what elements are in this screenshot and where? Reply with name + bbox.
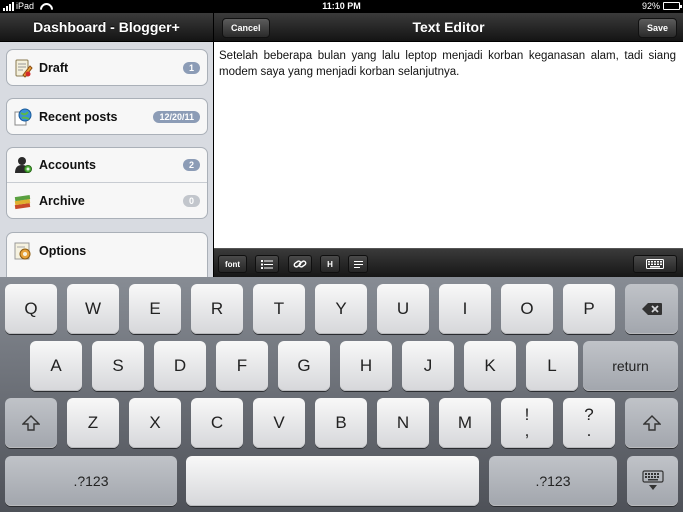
keyboard-icon [646, 259, 664, 269]
battery-percent: 92% [641, 1, 660, 11]
backspace-icon [641, 303, 662, 315]
space-key[interactable] [186, 456, 479, 506]
key-exclamation-comma[interactable]: !, [501, 398, 553, 448]
text-editor-pane: Cancel Text Editor Save Setelah beberapa… [214, 13, 683, 277]
onscreen-keyboard: Q W E R T Y U I O P A S D F G H J K L re… [0, 277, 683, 512]
key-c[interactable]: C [191, 398, 243, 448]
key-n[interactable]: N [377, 398, 429, 448]
key-z[interactable]: Z [67, 398, 119, 448]
sidebar-item-accounts[interactable]: Accounts 2 [7, 148, 207, 183]
draft-group: Draft 1 [6, 49, 208, 86]
sidebar-item-draft[interactable]: Draft 1 [7, 50, 207, 85]
keyboard-dismiss-icon [641, 470, 664, 490]
sidebar: Dashboard - Blogger+ Draft 1 Recent post… [0, 13, 213, 277]
accounts-group: Accounts 2 Archive 0 [6, 147, 208, 219]
key-l[interactable]: L [526, 341, 578, 391]
numbers-key-right[interactable]: .?123 [489, 456, 617, 506]
user-icon [13, 155, 33, 175]
return-key[interactable]: return [583, 341, 678, 391]
list-button[interactable] [255, 255, 279, 273]
hide-keyboard-button[interactable] [633, 255, 677, 273]
key-d[interactable]: D [154, 341, 206, 391]
link-icon [293, 260, 307, 268]
recent-group: Recent posts 12/20/11 [6, 98, 208, 135]
backspace-key[interactable] [625, 284, 678, 334]
status-bar: iPad 11:10 PM 92% [0, 0, 683, 13]
key-t[interactable]: T [253, 284, 305, 334]
sidebar-navbar: Dashboard - Blogger+ [0, 13, 213, 42]
sidebar-item-label: Draft [39, 60, 69, 75]
key-o[interactable]: O [501, 284, 553, 334]
archive-count-badge: 0 [182, 194, 200, 207]
books-icon [13, 191, 33, 211]
key-j[interactable]: J [402, 341, 454, 391]
font-button[interactable]: font [218, 255, 247, 273]
shift-key-left[interactable] [5, 398, 57, 448]
key-g[interactable]: G [278, 341, 330, 391]
sidebar-item-options[interactable]: Options [7, 233, 207, 268]
draft-count-badge: 1 [182, 61, 200, 74]
battery-icon [663, 2, 682, 10]
link-button[interactable] [288, 255, 312, 273]
sidebar-item-archive[interactable]: Archive 0 [7, 183, 207, 218]
key-v[interactable]: V [253, 398, 305, 448]
post-body-textarea[interactable]: Setelah beberapa bulan yang lalu leptop … [219, 48, 676, 80]
key-u[interactable]: U [377, 284, 429, 334]
key-w[interactable]: W [67, 284, 119, 334]
key-r[interactable]: R [191, 284, 243, 334]
editor-title: Text Editor [412, 19, 485, 35]
draft-icon [13, 58, 33, 78]
key-i[interactable]: I [439, 284, 491, 334]
key-e[interactable]: E [129, 284, 181, 334]
key-y[interactable]: Y [315, 284, 367, 334]
status-time: 11:10 PM [322, 1, 361, 11]
shift-icon [642, 415, 661, 431]
key-a[interactable]: A [30, 341, 82, 391]
editor-navbar: Cancel Text Editor Save [214, 13, 683, 42]
sidebar-item-recent-posts[interactable]: Recent posts 12/20/11 [7, 99, 207, 134]
key-b[interactable]: B [315, 398, 367, 448]
sidebar-item-label: Options [39, 243, 87, 258]
save-button[interactable]: Save [637, 18, 677, 38]
key-s[interactable]: S [92, 341, 144, 391]
accounts-count-badge: 2 [182, 159, 200, 171]
key-h[interactable]: H [340, 341, 392, 391]
key-p[interactable]: P [563, 284, 615, 334]
sidebar-item-label: Accounts [39, 158, 96, 172]
key-m[interactable]: M [439, 398, 491, 448]
heading-button[interactable]: H [320, 255, 340, 273]
sidebar-title: Dashboard - Blogger+ [33, 19, 180, 35]
options-group: Options [6, 232, 208, 277]
key-k[interactable]: K [464, 341, 516, 391]
numbers-key-left[interactable]: .?123 [5, 456, 177, 506]
key-question-period[interactable]: ?. [563, 398, 615, 448]
key-q[interactable]: Q [5, 284, 57, 334]
sidebar-item-label: Recent posts [39, 109, 118, 124]
key-comma-label: , [524, 421, 530, 440]
key-period-label: . [586, 421, 592, 440]
key-x[interactable]: X [129, 398, 181, 448]
shift-key-right[interactable] [625, 398, 678, 448]
sidebar-item-label: Archive [39, 193, 85, 208]
key-f[interactable]: F [216, 341, 268, 391]
shift-icon [22, 415, 40, 431]
recent-date-badge: 12/20/11 [153, 110, 200, 123]
globe-icon [13, 107, 33, 127]
align-icon [353, 260, 363, 268]
dismiss-keyboard-key[interactable] [627, 456, 678, 506]
align-button[interactable] [348, 255, 368, 273]
list-icon [261, 259, 273, 269]
options-icon [13, 241, 33, 261]
format-toolbar: font H [214, 248, 683, 277]
battery-info: 92% [641, 1, 682, 11]
